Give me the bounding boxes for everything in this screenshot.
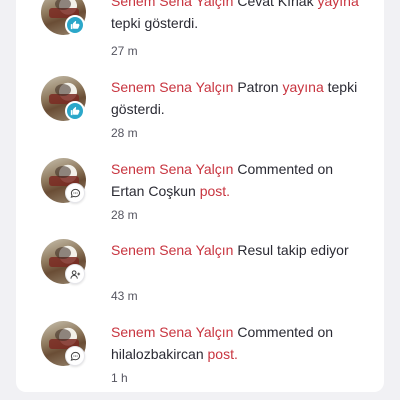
target-name[interactable]: Patron (237, 79, 278, 95)
actor-link[interactable]: Senem Sena Yalçın (111, 79, 233, 95)
notification-time: 27 m (111, 44, 138, 58)
notification-time: 28 m (111, 208, 138, 222)
notification-text: Senem Sena Yalçın Cevat Kırlak yayına te… (111, 0, 361, 34)
notifications-card: Senem Sena Yalçın Cevat Kırlak yayına te… (16, 0, 384, 392)
notification-text: Senem Sena Yalçın Resul takip ediyor (111, 239, 361, 261)
target-name[interactable]: Cevat Kırlak (237, 0, 313, 9)
actor-link[interactable]: Senem Sena Yalçın (111, 242, 233, 258)
actor-link[interactable]: Senem Sena Yalçın (111, 161, 233, 177)
avatar-wrap (41, 158, 86, 203)
notification-verb: Commented on (237, 161, 334, 177)
post-link[interactable]: post. (208, 346, 238, 362)
comment-icon (65, 346, 85, 366)
avatar-wrap (41, 76, 86, 121)
post-link[interactable]: post. (200, 183, 230, 199)
thumbs-up-icon (65, 15, 85, 35)
actor-link[interactable]: Senem Sena Yalçın (111, 0, 233, 9)
target-name[interactable]: hilalozbakircan (111, 346, 204, 362)
comment-icon (65, 183, 85, 203)
notification-time: 28 m (111, 126, 138, 140)
notification-text: Senem Sena Yalçın Commented on Ertan Coş… (111, 158, 361, 202)
notification-time: 43 m (111, 289, 138, 303)
notification-tail: tepki gösterdi. (111, 15, 199, 31)
avatar-wrap (41, 321, 86, 366)
notification-tail: takip ediyor (277, 242, 349, 258)
notification-time: 1 h (111, 371, 128, 385)
target-name[interactable]: Resul (237, 242, 273, 258)
actor-link[interactable]: Senem Sena Yalçın (111, 324, 233, 340)
thumbs-up-icon (65, 101, 85, 121)
notification-verb: Commented on (237, 324, 334, 340)
post-link[interactable]: yayına (317, 0, 358, 9)
post-link[interactable]: yayına (282, 79, 323, 95)
target-name[interactable]: Ertan Coşkun (111, 183, 196, 199)
notification-text: Senem Sena Yalçın Patron yayına tepki gö… (111, 76, 361, 120)
avatar-wrap (41, 239, 86, 284)
avatar-wrap (41, 0, 86, 35)
add-user-icon (65, 264, 85, 284)
notification-text: Senem Sena Yalçın Commented on hilalozba… (111, 321, 361, 365)
